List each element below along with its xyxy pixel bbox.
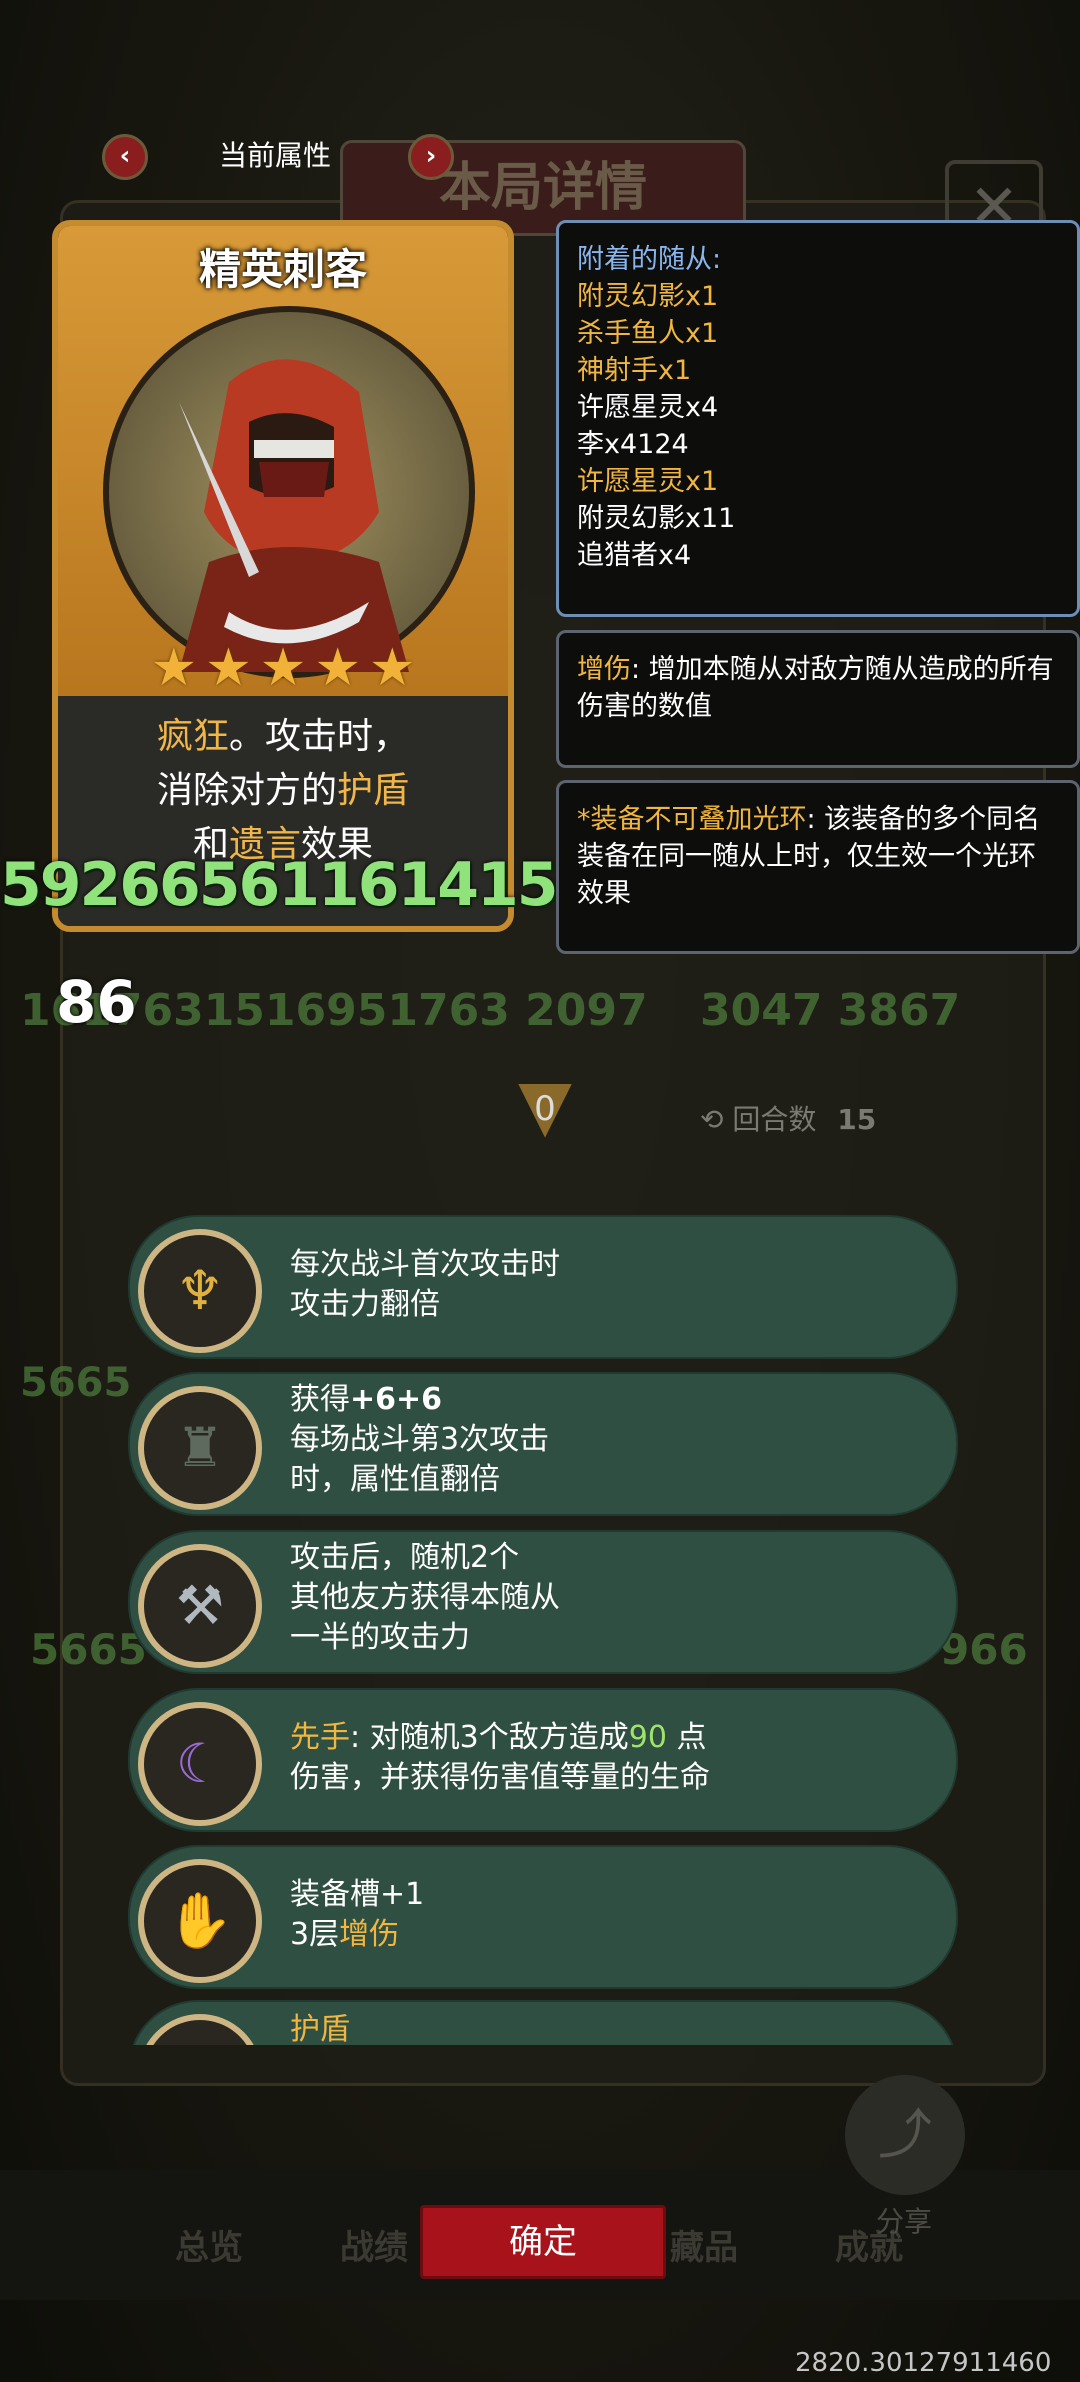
tab-record[interactable]: 战绩 [340, 2220, 408, 2269]
round-counter: ⟲ 回合数 15 [700, 1098, 876, 1138]
minion-item: 许愿星灵x4 [577, 392, 719, 423]
skill-line: 获得 [290, 1382, 350, 1417]
card-name: 精英刺客 [198, 245, 367, 294]
keyword-damage-up: 增伤 [339, 1917, 400, 1952]
assassin-portrait [103, 306, 475, 678]
chevron-right-icon[interactable]: › [408, 134, 454, 180]
skill-line: 攻击后，随机2个 [290, 1540, 520, 1575]
keyword-shield: 护盾 [337, 770, 410, 811]
golden-idol-icon: ♆ [138, 1229, 262, 1353]
skill-line: 一半的攻击力 [290, 1620, 470, 1655]
skill-line: : 对随机3个敌方造成 [350, 1720, 629, 1755]
keyword-tooltip-aura: *装备不可叠加光环: 该装备的多个同名装备在同一随从上时，仅生效一个光环效果 [556, 780, 1080, 954]
star-icon: ★ [259, 638, 307, 698]
confirm-button[interactable]: 确定 [420, 2205, 666, 2279]
damage-number: 59266561161415 [0, 850, 558, 920]
minion-item: 附灵幻影x11 [577, 503, 736, 534]
skill-line: 每场战斗第3次攻击 [290, 1422, 550, 1457]
skill-row: ☾ 先手: 对随机3个敌方造成90 点 伤害，并获得伤害值等量的生命 [128, 1688, 958, 1832]
star-rating: ★ ★ ★ ★ ★ [58, 638, 508, 698]
debug-coordinates: 2820.30127911460 [795, 2348, 1052, 2378]
attached-minions-title: 附着的随从: [577, 244, 722, 275]
minion-item: 杀手鱼人x1 [577, 318, 719, 349]
skill-line: 3层 [290, 1917, 340, 1952]
skill-row: ✋ 装备槽+1 3层增伤 [128, 1845, 958, 1989]
damage-value: 90 [628, 1720, 667, 1755]
skill-list[interactable]: ♆ 每次战斗首次攻击时 攻击力翻倍 ♜ 获得+6+6 每场战斗第3次攻击 时，属… [0, 1200, 1080, 2045]
keyword-shield: 护盾 [290, 2012, 350, 2045]
minion-item: 李x4124 [577, 429, 689, 460]
keyword-label: *装备不可叠加光环 [577, 804, 807, 835]
cloaked-figure-icon: ♜ [138, 1386, 262, 1510]
chevron-left-icon[interactable]: ‹ [102, 134, 148, 180]
skill-line: 每次战斗首次攻击时 [290, 1247, 560, 1282]
skill-row: ✹ 护盾 [128, 2000, 958, 2045]
skill-line: 点 [666, 1720, 707, 1755]
tab-overview[interactable]: 总览 [175, 2220, 243, 2269]
faded-stat-row-right: 3047 3867 [700, 985, 961, 1036]
star-icon: ★ [150, 638, 198, 698]
round-value: 15 [837, 1103, 877, 1136]
keyword-label: 增伤 [577, 654, 631, 685]
keyword-frenzy: 疯狂 [156, 716, 229, 757]
desc-text: 消除对方的 [156, 770, 337, 811]
refresh-icon: ⟲ [700, 1103, 733, 1136]
stat-bonus: +6+6 [350, 1382, 443, 1417]
purple-scythe-icon: ☾ [138, 1702, 262, 1826]
round-arrow: ▼ 0 [505, 1070, 585, 1145]
skill-line: 时，属性值翻倍 [290, 1462, 500, 1497]
axe-icon: ⚒ [138, 1544, 262, 1668]
desc-text: 。攻击时， [229, 716, 410, 757]
keyword-first-strike: 先手 [290, 1720, 350, 1755]
gauntlet-icon: ✋ [138, 1859, 262, 1983]
skill-row: ♆ 每次战斗首次攻击时 攻击力翻倍 [128, 1215, 958, 1359]
skill-row: ♜ 获得+6+6 每场战斗第3次攻击 时，属性值翻倍 [128, 1372, 958, 1516]
minion-item: 附灵幻影x1 [577, 281, 719, 312]
level-badge: 86 [56, 968, 137, 1036]
round-label: 回合数 [732, 1103, 817, 1136]
skill-line: 装备槽+1 [290, 1877, 425, 1912]
shield-burst-icon: ✹ [138, 2014, 262, 2045]
minion-item: 许愿星灵x1 [577, 466, 719, 497]
keyword-tooltip-damage: 增伤: 增加本随从对敌方随从造成的所有伤害的数值 [556, 630, 1080, 768]
skill-line: 伤害，并获得伤害值等量的生命 [290, 1760, 710, 1795]
star-icon: ★ [368, 638, 416, 698]
round-arrow-value: 0 [534, 1089, 556, 1129]
attached-minions-panel: 附着的随从: 附灵幻影x1 杀手鱼人x1 神射手x1 许愿星灵x4 李x4124… [556, 220, 1080, 617]
tab-collection[interactable]: 藏品 [670, 2220, 738, 2269]
share-icon[interactable]: ⤴ [845, 2075, 965, 2195]
share-label: 分享 [876, 2205, 933, 2238]
minion-item: 神射手x1 [577, 355, 692, 386]
skill-row: ⚒ 攻击后，随机2个 其他友方获得本随从 一半的攻击力 [128, 1530, 958, 1674]
minion-item: 追猎者x4 [577, 540, 692, 571]
unit-card: 精英刺客 ★ ★ ★ ★ ★ 疯狂。攻击时， 消除对方的护盾 和遗言效果 [52, 220, 514, 932]
skill-line: 攻击力翻倍 [290, 1287, 440, 1322]
keyword-text: : 增加本随从对敌方随从造成的所有伤害的数值 [577, 654, 1054, 722]
star-icon: ★ [314, 638, 361, 698]
star-icon: ★ [205, 638, 252, 698]
hooded-assassin-icon [179, 359, 409, 672]
skill-line: 其他友方获得本随从 [290, 1580, 560, 1615]
attribute-page-title: 当前属性 [218, 139, 331, 172]
